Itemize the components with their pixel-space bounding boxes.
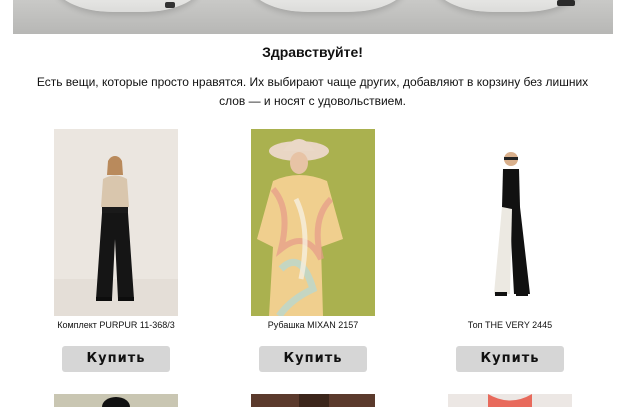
product-photo[interactable]: [251, 129, 375, 316]
product-name[interactable]: Рубашка MIXAN 2157: [236, 320, 390, 330]
buy-button[interactable]: Купить: [456, 346, 564, 372]
hero-banner[interactable]: [13, 0, 613, 34]
product-photo[interactable]: [54, 129, 178, 316]
product-photo[interactable]: [448, 129, 572, 316]
product-photo[interactable]: [54, 394, 178, 407]
product-name[interactable]: Комплект PURPUR 11-368/3: [39, 320, 193, 330]
hero-product-image: [248, 0, 408, 12]
buy-button[interactable]: Купить: [259, 346, 367, 372]
greeting-heading: Здравствуйте!: [262, 44, 363, 60]
product-photo[interactable]: [448, 394, 572, 407]
buy-button[interactable]: Купить: [62, 346, 170, 372]
product-photo[interactable]: [251, 394, 375, 407]
hero-product-image: [53, 0, 203, 12]
intro-text: Есть вещи, которые просто нравятся. Их в…: [36, 75, 589, 108]
product-name[interactable]: Топ THE VERY 2445: [433, 320, 587, 330]
hero-product-image: [433, 0, 583, 12]
